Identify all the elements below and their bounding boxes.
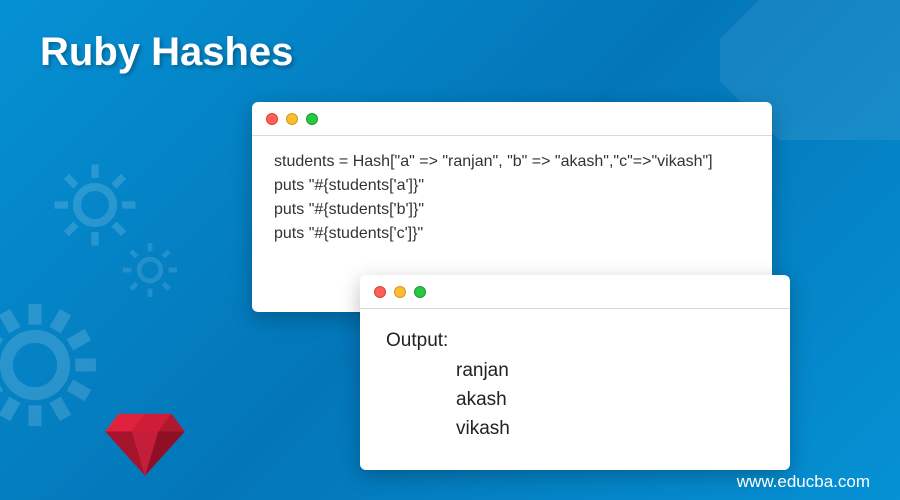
page-title: Ruby Hashes bbox=[40, 30, 293, 75]
minimize-icon[interactable] bbox=[286, 113, 298, 125]
close-icon[interactable] bbox=[374, 286, 386, 298]
window-titlebar bbox=[252, 102, 772, 136]
gear-icon bbox=[120, 240, 180, 300]
gear-icon bbox=[50, 160, 140, 250]
output-line: vikash bbox=[456, 414, 764, 443]
gear-icon bbox=[0, 300, 100, 430]
code-content: students = Hash["a" => "ranjan", "b" => … bbox=[252, 136, 772, 260]
output-content: Output: ranjan akash vikash bbox=[360, 309, 790, 462]
window-titlebar bbox=[360, 275, 790, 309]
output-line: ranjan bbox=[456, 356, 764, 385]
footer-url: www.educba.com bbox=[737, 472, 870, 492]
maximize-icon[interactable] bbox=[414, 286, 426, 298]
output-line: akash bbox=[456, 385, 764, 414]
minimize-icon[interactable] bbox=[394, 286, 406, 298]
code-line: puts "#{students['b']}" bbox=[274, 198, 750, 222]
close-icon[interactable] bbox=[266, 113, 278, 125]
maximize-icon[interactable] bbox=[306, 113, 318, 125]
code-line: puts "#{students['c']}" bbox=[274, 222, 750, 246]
output-label: Output: bbox=[386, 327, 764, 356]
output-window: Output: ranjan akash vikash bbox=[360, 275, 790, 470]
code-line: students = Hash["a" => "ranjan", "b" => … bbox=[274, 150, 750, 174]
ruby-logo-icon bbox=[100, 405, 190, 480]
code-line: puts "#{students['a']}" bbox=[274, 174, 750, 198]
